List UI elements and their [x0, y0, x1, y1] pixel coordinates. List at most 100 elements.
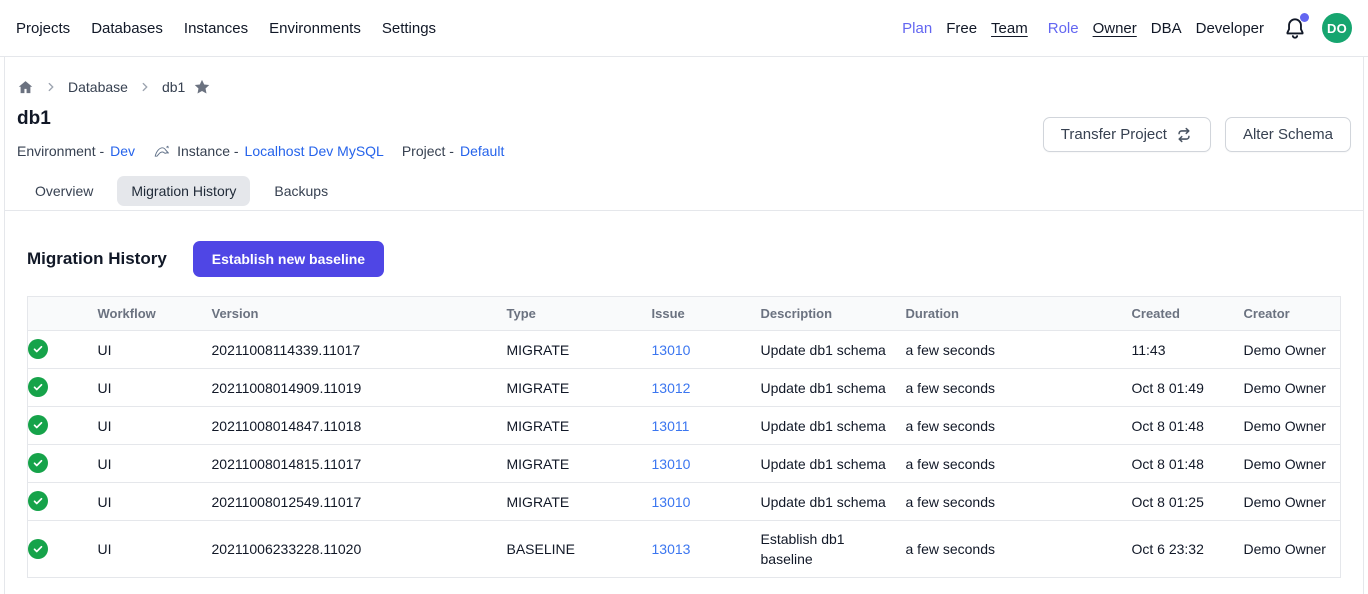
plan-label: Plan: [902, 20, 932, 37]
establish-baseline-button[interactable]: Establish new baseline: [193, 241, 384, 277]
chevron-right-icon: [44, 80, 58, 94]
cell-workflow: UI: [98, 331, 212, 369]
column-duration: Duration: [906, 297, 1132, 331]
environment-label: Environment -: [17, 143, 104, 159]
cell-created: Oct 8 01:48: [1132, 445, 1244, 483]
column-created: Created: [1132, 297, 1244, 331]
table-row[interactable]: UI 20211008014815.11017 MIGRATE 13010 Up…: [28, 445, 1341, 483]
cell-description: Update db1 schema: [761, 369, 906, 407]
cell-workflow: UI: [98, 483, 212, 521]
mysql-icon: [153, 143, 171, 159]
issue-link[interactable]: 13010: [652, 494, 691, 510]
cell-version: 20211006233228.11020: [212, 521, 507, 578]
cell-creator: Demo Owner: [1244, 407, 1341, 445]
page-actions: Transfer Project Alter Schema: [1043, 117, 1351, 152]
cell-workflow: UI: [98, 521, 212, 578]
cell-workflow: UI: [98, 369, 212, 407]
issue-link[interactable]: 13013: [652, 541, 691, 557]
notification-dot: [1300, 13, 1309, 22]
cell-type: BASELINE: [507, 521, 652, 578]
instance-label: Instance -: [177, 143, 238, 159]
environment-link[interactable]: Dev: [110, 143, 135, 159]
section-heading: Migration History: [27, 249, 167, 269]
plan-option-free[interactable]: Free: [946, 20, 977, 37]
tab-overview[interactable]: Overview: [21, 176, 107, 206]
alter-schema-button[interactable]: Alter Schema: [1225, 117, 1351, 152]
cell-duration: a few seconds: [906, 483, 1132, 521]
cell-creator: Demo Owner: [1244, 483, 1341, 521]
cell-created: Oct 8 01:48: [1132, 407, 1244, 445]
cell-duration: a few seconds: [906, 331, 1132, 369]
chevron-right-icon: [138, 80, 152, 94]
cell-created: Oct 6 23:32: [1132, 521, 1244, 578]
nav-item-databases[interactable]: Databases: [91, 20, 163, 37]
success-check-icon: [28, 377, 48, 397]
tab-content: Migration History Establish new baseline…: [5, 241, 1363, 578]
table-row[interactable]: UI 20211008014847.11018 MIGRATE 13011 Up…: [28, 407, 1341, 445]
cell-duration: a few seconds: [906, 407, 1132, 445]
cell-creator: Demo Owner: [1244, 369, 1341, 407]
plan-option-team[interactable]: Team: [991, 20, 1028, 37]
role-label: Role: [1048, 20, 1079, 37]
nav-item-settings[interactable]: Settings: [382, 20, 436, 37]
issue-link[interactable]: 13010: [652, 342, 691, 358]
cell-duration: a few seconds: [906, 369, 1132, 407]
success-check-icon: [28, 539, 48, 559]
cell-type: MIGRATE: [507, 369, 652, 407]
issue-link[interactable]: 13011: [652, 418, 690, 434]
table-row[interactable]: UI 20211006233228.11020 BASELINE 13013 E…: [28, 521, 1341, 578]
cell-description: Update db1 schema: [761, 445, 906, 483]
home-icon[interactable]: [17, 79, 34, 96]
success-check-icon: [28, 339, 48, 359]
breadcrumb-database[interactable]: Database: [68, 79, 128, 95]
nav-item-environments[interactable]: Environments: [269, 20, 361, 37]
column-description: Description: [761, 297, 906, 331]
table-row[interactable]: UI 20211008012549.11017 MIGRATE 13010 Up…: [28, 483, 1341, 521]
transfer-project-button[interactable]: Transfer Project: [1043, 117, 1211, 152]
tab-bar: Overview Migration History Backups: [5, 176, 1363, 211]
breadcrumb-current: db1: [162, 79, 185, 95]
column-creator: Creator: [1244, 297, 1341, 331]
section-heading-row: Migration History Establish new baseline: [27, 241, 1341, 277]
instance-link[interactable]: Localhost Dev MySQL: [245, 143, 384, 159]
nav-item-projects[interactable]: Projects: [16, 20, 70, 37]
cell-version: 20211008014815.11017: [212, 445, 507, 483]
avatar[interactable]: DO: [1322, 13, 1352, 43]
column-issue: Issue: [652, 297, 761, 331]
migration-history-table: Workflow Version Type Issue Description …: [27, 296, 1341, 578]
success-check-icon: [28, 491, 48, 511]
title-block: db1 Environment - Dev Instance - Localho…: [17, 96, 504, 159]
cell-duration: a few seconds: [906, 521, 1132, 578]
cell-type: MIGRATE: [507, 483, 652, 521]
database-meta-line: Environment - Dev Instance - Localhost D…: [17, 143, 504, 159]
issue-link[interactable]: 13012: [652, 380, 691, 396]
cell-duration: a few seconds: [906, 445, 1132, 483]
cell-type: MIGRATE: [507, 331, 652, 369]
cell-created: Oct 8 01:49: [1132, 369, 1244, 407]
top-nav: Projects Databases Instances Environment…: [0, 0, 1368, 57]
notifications-button[interactable]: [1282, 15, 1308, 41]
transfer-project-label: Transfer Project: [1061, 126, 1167, 143]
table-row[interactable]: UI 20211008114339.11017 MIGRATE 13010 Up…: [28, 331, 1341, 369]
page-title: db1: [17, 108, 504, 130]
issue-link[interactable]: 13010: [652, 456, 691, 472]
role-option-owner[interactable]: Owner: [1093, 20, 1137, 37]
title-row: db1 Environment - Dev Instance - Localho…: [5, 96, 1363, 159]
tab-backups[interactable]: Backups: [260, 176, 342, 206]
success-check-icon: [28, 453, 48, 473]
page-container: Database db1 db1 Environment - Dev: [4, 57, 1364, 594]
cell-description: Update db1 schema: [761, 407, 906, 445]
column-status: [28, 297, 98, 331]
favorite-star-icon[interactable]: [193, 78, 211, 96]
nav-item-instances[interactable]: Instances: [184, 20, 248, 37]
project-link[interactable]: Default: [460, 143, 504, 159]
tab-migration-history[interactable]: Migration History: [117, 176, 250, 206]
cell-type: MIGRATE: [507, 445, 652, 483]
cell-version: 20211008014909.11019: [212, 369, 507, 407]
success-check-icon: [28, 415, 48, 435]
role-option-developer[interactable]: Developer: [1196, 20, 1264, 37]
role-option-dba[interactable]: DBA: [1151, 20, 1182, 37]
migration-table-body: UI 20211008114339.11017 MIGRATE 13010 Up…: [28, 331, 1341, 578]
cell-type: MIGRATE: [507, 407, 652, 445]
table-row[interactable]: UI 20211008014909.11019 MIGRATE 13012 Up…: [28, 369, 1341, 407]
